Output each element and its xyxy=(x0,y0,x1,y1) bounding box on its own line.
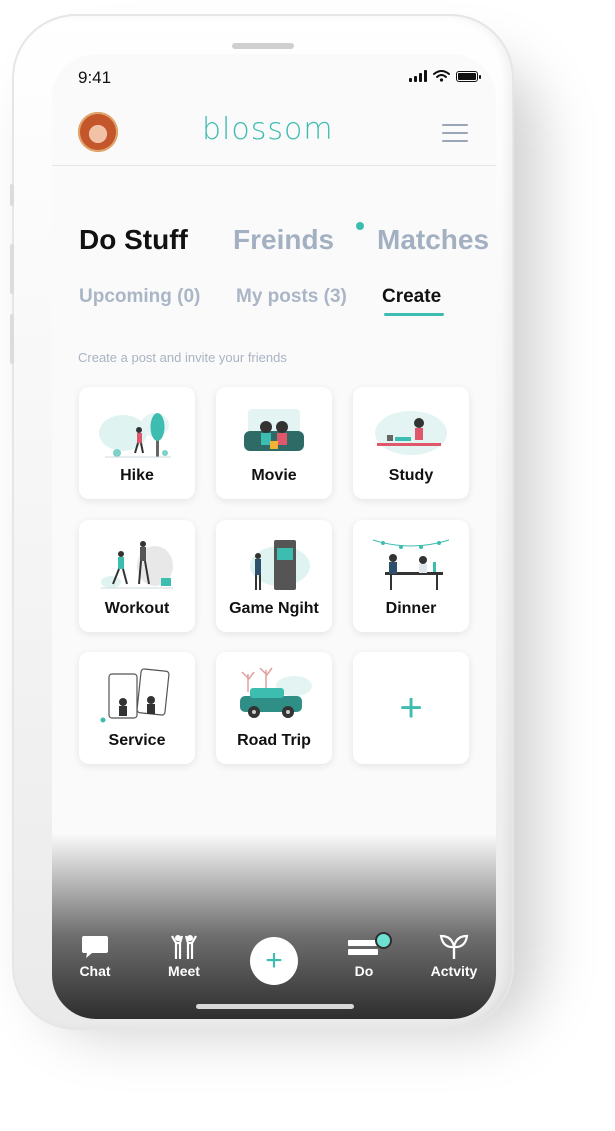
nav-activity[interactable]: Actvity xyxy=(419,934,489,979)
battery-icon xyxy=(456,70,481,82)
activity-card-hike[interactable]: Hike xyxy=(79,387,195,499)
nav-chat-label: Chat xyxy=(79,963,111,979)
nav-do-label: Do xyxy=(354,963,374,979)
hamburger-menu-icon[interactable] xyxy=(442,124,468,142)
activity-card-dinner[interactable]: Dinner xyxy=(353,520,469,632)
speaker-grille xyxy=(232,43,294,49)
nav-do[interactable]: Do xyxy=(329,932,399,979)
road-trip-illustration xyxy=(240,667,312,718)
arcade-illustration xyxy=(250,540,310,590)
create-hint: Create a post and invite your friends xyxy=(78,350,287,365)
activity-card-workout[interactable]: Workout xyxy=(79,520,195,632)
chat-bubble-icon xyxy=(82,936,108,958)
card-label: Study xyxy=(388,467,434,484)
nav-meet-label: Meet xyxy=(168,963,200,979)
status-time: 9:41 xyxy=(78,68,112,87)
tab-freinds[interactable]: Freinds xyxy=(233,224,334,256)
activity-card-movie[interactable]: Movie xyxy=(216,387,332,499)
tab-matches[interactable]: Matches xyxy=(377,224,489,256)
screen: 9:41 blossom Do Stuff Freinds Matches Up… xyxy=(52,54,496,1019)
card-label: Workout xyxy=(104,600,170,617)
workout-illustration xyxy=(101,541,173,589)
subtab-active-indicator xyxy=(384,313,444,316)
sprout-icon xyxy=(439,934,469,959)
subtab-my-posts[interactable]: My posts (3) xyxy=(236,286,347,308)
status-icons xyxy=(409,70,481,82)
activity-card-road-trip[interactable]: Road Trip xyxy=(216,652,332,764)
nav-activity-label: Actvity xyxy=(430,963,478,979)
app-logo: blossom xyxy=(202,112,334,147)
bottom-nav-background xyxy=(52,834,496,1019)
nav-do-badge xyxy=(375,932,392,949)
phone-frame: 9:41 blossom Do Stuff Freinds Matches Up… xyxy=(10,14,514,1030)
activity-card-study[interactable]: Study xyxy=(353,387,469,499)
volume-up-button xyxy=(10,244,14,294)
notification-dot xyxy=(356,222,364,230)
nav-meet[interactable]: Meet xyxy=(149,934,219,979)
add-activity-button[interactable]: + xyxy=(353,652,469,764)
card-label: Service xyxy=(108,732,166,749)
card-label: Dinner xyxy=(385,600,437,617)
activity-card-game-night[interactable]: Game Ngiht xyxy=(216,520,332,632)
create-post-fab[interactable]: + xyxy=(250,937,298,985)
side-button xyxy=(10,184,14,206)
subtab-upcoming[interactable]: Upcoming (0) xyxy=(79,286,200,308)
plus-icon: + xyxy=(399,686,423,730)
header-divider xyxy=(52,165,496,166)
tab-do-stuff[interactable]: Do Stuff xyxy=(79,224,188,256)
wifi-icon xyxy=(433,70,450,82)
subtab-create[interactable]: Create xyxy=(382,286,441,308)
volume-down-button xyxy=(10,314,14,364)
signal-icon xyxy=(409,70,427,82)
card-label: Road Trip xyxy=(237,732,311,749)
service-illustration xyxy=(100,668,170,723)
plus-icon: + xyxy=(265,944,283,977)
card-label: Hike xyxy=(120,467,154,484)
activity-card-service[interactable]: Service xyxy=(79,652,195,764)
study-illustration xyxy=(375,411,447,455)
nav-chat[interactable]: Chat xyxy=(60,934,130,979)
card-label: Movie xyxy=(251,467,297,484)
movie-illustration xyxy=(244,409,304,451)
people-icon xyxy=(171,935,197,959)
hike-illustration xyxy=(99,413,171,458)
home-indicator xyxy=(196,1004,354,1009)
card-label: Game Ngiht xyxy=(229,600,319,617)
avatar[interactable] xyxy=(78,112,118,152)
dinner-illustration xyxy=(372,539,450,590)
